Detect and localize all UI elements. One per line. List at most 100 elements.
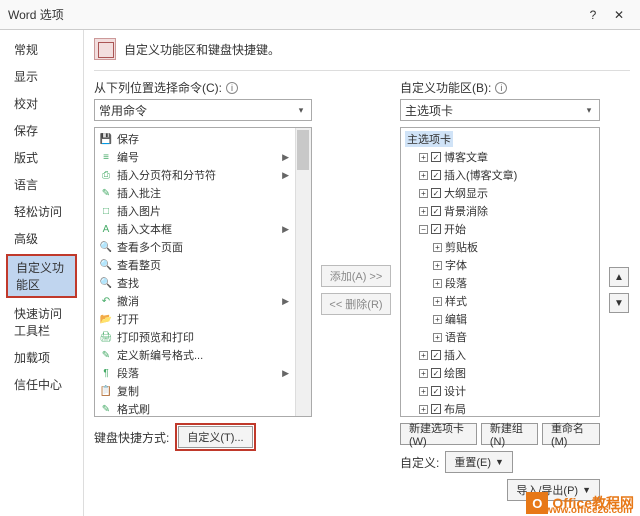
expand-icon[interactable]: −: [419, 225, 428, 234]
customize-keyboard-button[interactable]: 自定义(T)...: [178, 426, 252, 448]
commands-source-dropdown[interactable]: 常用命令 ▾: [94, 99, 312, 121]
help-icon[interactable]: i: [495, 82, 507, 94]
expand-icon[interactable]: +: [419, 351, 428, 360]
rename-button[interactable]: 重命名(M): [542, 423, 600, 445]
tree-child-item[interactable]: +语音: [405, 329, 595, 345]
command-item[interactable]: □插入图片: [97, 202, 293, 220]
command-icon: 🔍: [99, 258, 113, 272]
checkbox[interactable]: [431, 152, 441, 162]
submenu-arrow-icon: ▶: [282, 296, 291, 307]
new-tab-button[interactable]: 新建选项卡(W): [400, 423, 477, 445]
command-item[interactable]: ≡编号▶: [97, 148, 293, 166]
ribbon-tree[interactable]: 主选项卡+博客文章+插入(博客文章)+大纲显示+背景消除−开始+剪贴板+字体+段…: [400, 127, 600, 417]
tree-item[interactable]: −开始: [405, 221, 595, 237]
titlebar: Word 选项 ? ✕: [0, 0, 640, 30]
tree-item[interactable]: +设计: [405, 383, 595, 399]
new-group-button[interactable]: 新建组(N): [481, 423, 538, 445]
command-item[interactable]: 🖨打印预览和打印: [97, 328, 293, 346]
command-item[interactable]: ¶段落▶: [97, 364, 293, 382]
tree-item[interactable]: +绘图: [405, 365, 595, 381]
move-down-button[interactable]: ▼: [609, 293, 629, 313]
sidebar-item[interactable]: 信任中心: [0, 371, 83, 398]
tree-root[interactable]: 主选项卡: [405, 131, 595, 147]
command-icon: 💾: [99, 132, 113, 146]
expand-icon[interactable]: +: [419, 405, 428, 414]
command-icon: ✎: [99, 348, 113, 362]
ribbon-tabs-dropdown[interactable]: 主选项卡 ▾: [400, 99, 600, 121]
sidebar-item[interactable]: 显示: [0, 63, 83, 90]
command-label: 插入批注: [117, 185, 161, 201]
add-button[interactable]: 添加(A) >>: [321, 265, 391, 287]
checkbox[interactable]: [431, 350, 441, 360]
command-label: 定义新编号格式...: [117, 347, 203, 363]
command-item[interactable]: A插入文本框▶: [97, 220, 293, 238]
remove-button[interactable]: << 删除(R): [321, 293, 391, 315]
checkbox[interactable]: [431, 404, 441, 414]
expand-icon[interactable]: +: [433, 315, 442, 324]
expand-icon[interactable]: +: [433, 243, 442, 252]
reset-dropdown[interactable]: 重置(E)▼: [445, 451, 513, 473]
checkbox[interactable]: [431, 368, 441, 378]
checkbox[interactable]: [431, 386, 441, 396]
command-item[interactable]: 🔍查找: [97, 274, 293, 292]
checkbox[interactable]: [431, 206, 441, 216]
command-icon: ↶: [99, 294, 113, 308]
sidebar-item[interactable]: 校对: [0, 90, 83, 117]
expand-icon[interactable]: +: [419, 207, 428, 216]
sidebar-item[interactable]: 常规: [0, 36, 83, 63]
command-label: 复制: [117, 383, 139, 399]
checkbox[interactable]: [431, 224, 441, 234]
tree-child-item[interactable]: +剪贴板: [405, 239, 595, 255]
expand-icon[interactable]: +: [419, 387, 428, 396]
command-item[interactable]: ✎插入批注: [97, 184, 293, 202]
expand-icon[interactable]: +: [419, 171, 428, 180]
expand-icon[interactable]: +: [419, 369, 428, 378]
submenu-arrow-icon: ▶: [282, 170, 291, 181]
tree-item[interactable]: + 博客文章: [405, 149, 595, 165]
tree-label: 博客文章: [444, 149, 488, 165]
help-icon[interactable]: i: [226, 82, 238, 94]
expand-icon[interactable]: +: [433, 297, 442, 306]
tree-item[interactable]: +布局: [405, 401, 595, 417]
checkbox[interactable]: [431, 188, 441, 198]
close-button[interactable]: ✕: [606, 8, 632, 22]
tree-child-item[interactable]: +样式: [405, 293, 595, 309]
command-item[interactable]: ✎ 定义新编号格式...: [97, 346, 293, 364]
command-item[interactable]: 🔍查看多个页面: [97, 238, 293, 256]
sidebar-item[interactable]: 轻松访问: [0, 198, 83, 225]
tree-child-item[interactable]: +编辑: [405, 311, 595, 327]
command-item[interactable]: 🔍查看整页: [97, 256, 293, 274]
sidebar-item[interactable]: 加载项: [0, 344, 83, 371]
command-label: 段落: [117, 365, 139, 381]
command-item[interactable]: ⎙插入分页符和分节符▶: [97, 166, 293, 184]
tree-item[interactable]: +背景消除: [405, 203, 595, 219]
expand-icon[interactable]: +: [419, 153, 428, 162]
sidebar-item[interactable]: 快速访问工具栏: [0, 300, 83, 344]
command-item[interactable]: 📂打开: [97, 310, 293, 328]
move-up-button[interactable]: ▲: [609, 267, 629, 287]
tree-label: 段落: [445, 275, 467, 291]
command-item[interactable]: 📋复制: [97, 382, 293, 400]
tree-child-item[interactable]: +段落: [405, 275, 595, 291]
checkbox[interactable]: [431, 170, 441, 180]
sidebar-item[interactable]: 自定义功能区: [6, 254, 77, 298]
expand-icon[interactable]: +: [433, 333, 442, 342]
sidebar-item[interactable]: 保存: [0, 117, 83, 144]
command-item[interactable]: 💾 保存: [97, 130, 293, 148]
expand-icon[interactable]: +: [433, 279, 442, 288]
expand-icon[interactable]: +: [419, 189, 428, 198]
command-item[interactable]: ↶撤消▶: [97, 292, 293, 310]
help-button[interactable]: ?: [580, 8, 606, 22]
commands-listbox[interactable]: 💾保存≡编号▶⎙插入分页符和分节符▶✎插入批注□插入图片A插入文本框▶🔍查看多个…: [94, 127, 312, 417]
tree-item[interactable]: +大纲显示: [405, 185, 595, 201]
command-label: 保存: [117, 131, 139, 147]
tree-child-item[interactable]: +字体: [405, 257, 595, 273]
tree-item[interactable]: +插入(博客文章): [405, 167, 595, 183]
sidebar-item[interactable]: 版式: [0, 144, 83, 171]
sidebar-item[interactable]: 语言: [0, 171, 83, 198]
sidebar-item[interactable]: 高级: [0, 225, 83, 252]
tree-item[interactable]: +插入: [405, 347, 595, 363]
command-item[interactable]: ✎格式刷: [97, 400, 293, 417]
expand-icon[interactable]: +: [433, 261, 442, 270]
scrollbar[interactable]: [295, 128, 311, 416]
